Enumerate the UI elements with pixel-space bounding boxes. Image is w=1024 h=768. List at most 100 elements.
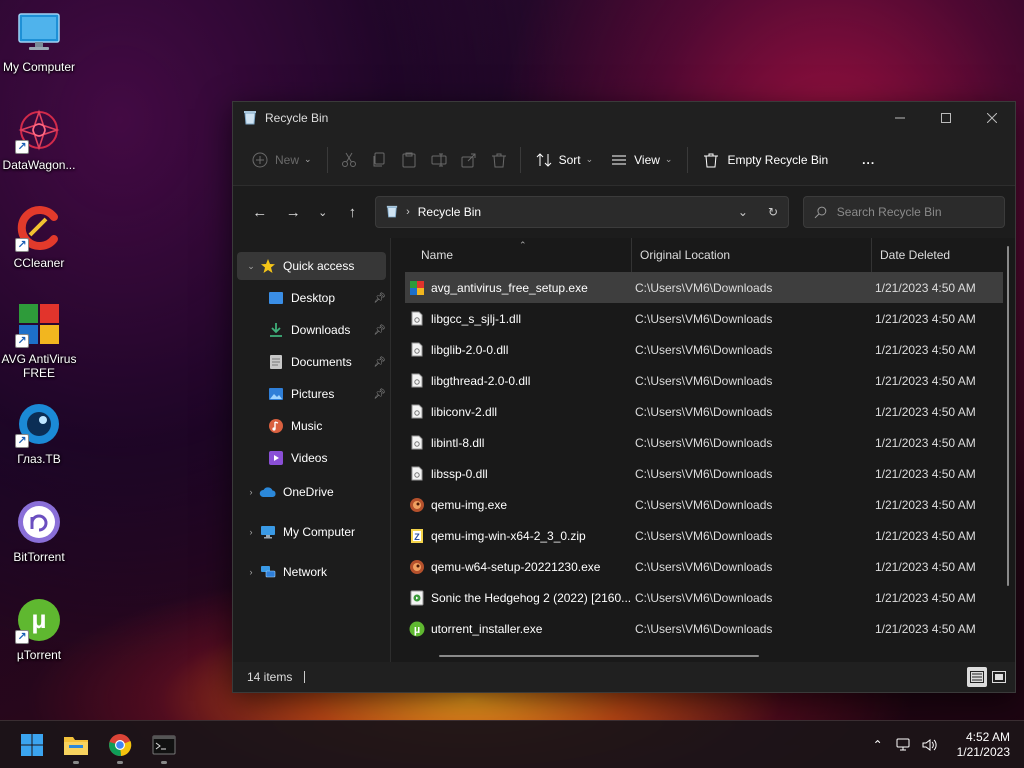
paste-button[interactable] <box>394 143 424 177</box>
up-button[interactable]: ↑ <box>336 196 369 228</box>
clock[interactable]: 4:52 AM 1/21/2023 <box>957 730 1014 760</box>
desktop-icon-bittorrent[interactable]: BitTorrent <box>0 498 78 564</box>
plus-circle-icon <box>252 152 268 167</box>
network-status-button[interactable] <box>891 738 917 752</box>
sidebar-item-pictures[interactable]: Pictures 📌︎ <box>237 380 386 408</box>
file-row[interactable]: libiconv-2.dll C:\Users\VM6\Downloads 1/21… <box>405 396 1003 427</box>
search-box[interactable] <box>803 196 1006 228</box>
sidebar-item-downloads[interactable]: Downloads 📌︎ <box>237 316 386 344</box>
column-header-row: ⌃ Name Original Location Date Deleted <box>391 238 1015 272</box>
clock-time: 4:52 AM <box>965 729 1010 744</box>
date-deleted-cell: 1/21/2023 4:50 AM <box>875 559 976 574</box>
chevron-right-icon[interactable]: › <box>243 487 259 497</box>
search-input[interactable] <box>836 205 995 219</box>
column-header-date-deleted[interactable]: Date Deleted <box>871 238 1011 272</box>
copy-button[interactable] <box>364 143 394 177</box>
recent-locations-button[interactable]: ⌄ <box>310 196 336 228</box>
column-header-original-location[interactable]: Original Location <box>631 238 871 272</box>
sidebar-item-desktop[interactable]: Desktop 📌︎ <box>237 284 386 312</box>
file-row[interactable]: libglib-2.0-0.dll C:\Users\VM6\Downloads 1… <box>405 334 1003 365</box>
recycle-bin-icon <box>243 109 257 128</box>
desktop-icon-my-computer[interactable]: My Computer <box>0 8 78 74</box>
large-icons-view-button[interactable] <box>989 667 1009 687</box>
breadcrumb-recycle-bin[interactable]: Recycle Bin <box>418 205 481 219</box>
share-button[interactable] <box>454 143 484 177</box>
file-row[interactable]: libgthread-2.0-0.dll C:\Users\VM6\Downloa… <box>405 365 1003 396</box>
details-view-button[interactable] <box>967 667 987 687</box>
desktop-icon-label: My Computer <box>2 60 76 74</box>
pin-icon: 📌︎ <box>373 388 386 400</box>
back-button[interactable]: ← <box>243 196 276 228</box>
file-row[interactable]: libgcc_s_sjlj-1.dll C:\Users\VM6\Download… <box>405 303 1003 334</box>
chevron-right-icon[interactable]: › <box>243 567 259 577</box>
minimize-button[interactable] <box>877 102 923 134</box>
desktop-icon-avg-antivirus[interactable]: ↗ AVG AntiVirus FREE <box>0 300 78 380</box>
sidebar-item-onedrive[interactable]: › OneDrive <box>237 478 386 506</box>
maximize-button[interactable] <box>923 102 969 134</box>
close-button[interactable] <box>969 102 1015 134</box>
installer-icon <box>409 280 425 296</box>
address-history-button[interactable]: ⌄ <box>738 205 748 219</box>
rename-button[interactable] <box>424 143 454 177</box>
sidebar-item-documents[interactable]: Documents 📌︎ <box>237 348 386 376</box>
sidebar-item-videos[interactable]: Videos <box>237 444 386 472</box>
empty-recycle-bin-button[interactable]: Empty Recycle Bin <box>694 143 837 177</box>
file-name: avg_antivirus_free_setup.exe <box>431 280 588 295</box>
rename-icon <box>431 153 447 166</box>
horizontal-scrollbar[interactable] <box>439 655 759 657</box>
new-button[interactable]: New ⌄ <box>243 143 321 177</box>
star-icon <box>259 257 277 275</box>
file-row[interactable]: Zqemu-img-win-x64-2_3_0.zip C:\Users\VM6\… <box>405 520 1003 551</box>
title-bar[interactable]: Recycle Bin <box>233 102 1015 134</box>
taskbar-chrome[interactable] <box>100 725 140 765</box>
desktop-icon-utorrent[interactable]: µ ↗ µTorrent <box>0 596 78 662</box>
file-row[interactable]: µ utorrent_installer.exe C:\Users\VM6\Down… <box>405 613 1003 644</box>
music-icon <box>267 417 285 435</box>
delete-button[interactable] <box>484 143 514 177</box>
pin-icon: 📌︎ <box>373 324 386 336</box>
more-options-button[interactable]: ... <box>853 143 884 177</box>
chevron-right-icon[interactable]: › <box>243 527 259 537</box>
address-bar[interactable]: › Recycle Bin ⌄ ↻ <box>375 196 790 228</box>
volume-button[interactable] <box>917 738 943 752</box>
vertical-scrollbar[interactable] <box>1007 246 1009 586</box>
file-row[interactable]: libssp-0.dll C:\Users\VM6\Downloads 1/21/2… <box>405 458 1003 489</box>
show-hidden-icons-button[interactable]: ⌃ <box>865 738 891 752</box>
cut-button[interactable] <box>334 143 364 177</box>
forward-button[interactable]: → <box>276 196 309 228</box>
file-name: libgcc_s_sjlj-1.dll <box>431 311 522 326</box>
file-row[interactable]: avg_antivirus_free_setup.exe C:\Users\VM6… <box>405 272 1003 303</box>
refresh-button[interactable]: ↻ <box>768 205 778 219</box>
sidebar-item-label: OneDrive <box>283 485 334 499</box>
original-location-cell: C:\Users\VM6\Downloads <box>635 528 773 543</box>
sidebar-item-my-computer[interactable]: › My Computer <box>237 518 386 546</box>
view-button[interactable]: View ⌄ <box>602 143 681 177</box>
file-list: ⌃ Name Original Location Date Deleted av… <box>391 238 1015 663</box>
sidebar-item-network[interactable]: › Network <box>237 558 386 586</box>
desktop-icon-glaz-tv[interactable]: ↗ Глаз.ТВ <box>0 400 78 466</box>
column-header-name[interactable]: Name <box>391 238 631 272</box>
sort-button[interactable]: Sort ⌄ <box>527 143 603 177</box>
date-deleted-cell: 1/21/2023 4:50 AM <box>875 621 976 636</box>
date-deleted-cell: 1/21/2023 4:50 AM <box>875 373 976 388</box>
zip-icon: Z <box>409 528 425 544</box>
dll-icon <box>409 311 425 327</box>
file-row[interactable]: qemu-w64-setup-20221230.exe C:\Users\VM6\… <box>405 551 1003 582</box>
clock-date: 1/21/2023 <box>956 744 1010 759</box>
file-row[interactable]: libintl-8.dll C:\Users\VM6\Downloads 1/21/… <box>405 427 1003 458</box>
desktop-icon-datawagon[interactable]: ↗ DataWagon... <box>0 106 78 172</box>
desktop-icon-ccleaner[interactable]: ↗ CCleaner <box>0 204 78 270</box>
file-name-cell: libiconv-2.dll <box>405 404 631 420</box>
taskbar-terminal[interactable] <box>144 725 184 765</box>
file-row[interactable]: qemu-img.exe C:\Users\VM6\Downloads 1/21/2… <box>405 489 1003 520</box>
taskbar-file-explorer[interactable] <box>56 725 96 765</box>
dll-icon <box>409 342 425 358</box>
date-deleted-cell: 1/21/2023 4:50 AM <box>875 311 976 326</box>
sidebar-item-music[interactable]: Music <box>237 412 386 440</box>
start-button[interactable] <box>12 725 52 765</box>
chevron-down-icon[interactable]: ⌄ <box>243 261 259 272</box>
file-name-cell: qemu-img.exe <box>405 497 631 513</box>
file-row[interactable]: Sonic the Hedgehog 2 (2022) [2160... C:\U… <box>405 582 1003 613</box>
sidebar-item-label: Videos <box>291 451 328 465</box>
sidebar-item-quick-access[interactable]: ⌄ Quick access <box>237 252 386 280</box>
